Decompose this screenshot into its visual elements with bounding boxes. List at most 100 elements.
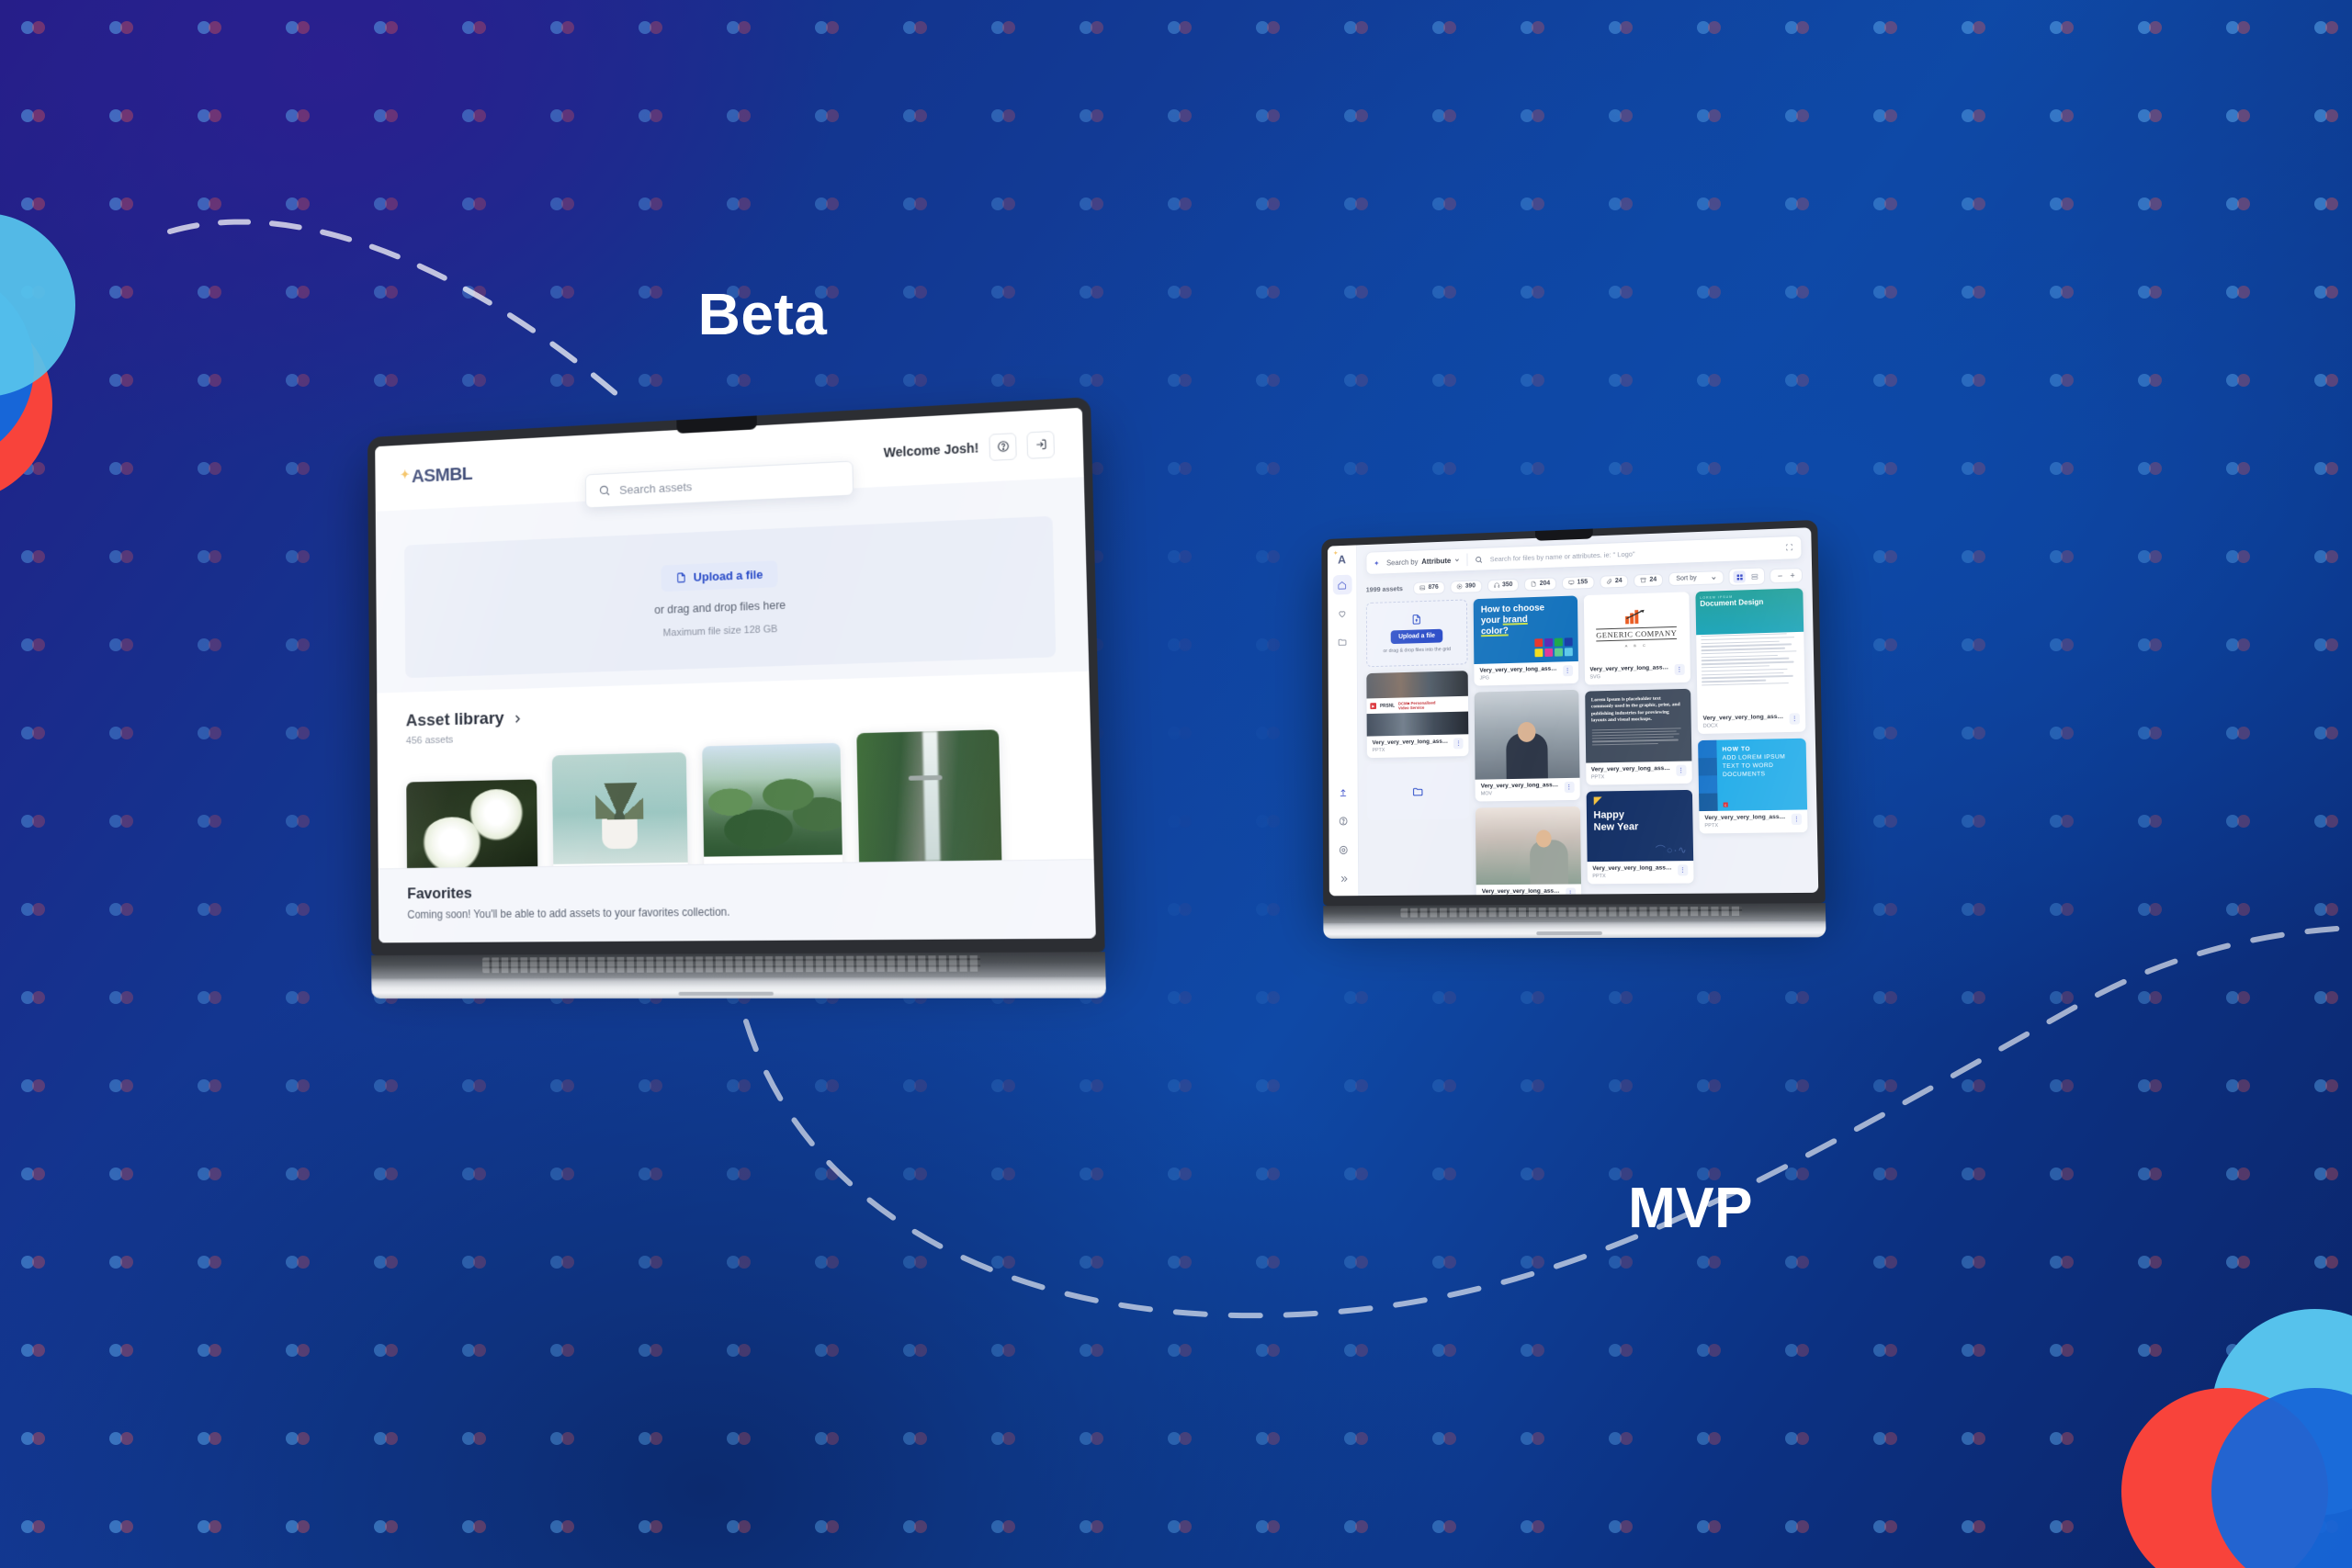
grid-icon <box>1736 573 1743 581</box>
view-toggle-group <box>1728 567 1766 586</box>
grid-dropzone[interactable]: Upload a file or drag & drop files into … <box>1365 599 1468 668</box>
asset-thumbnail: GENERIC COMPANY A B C <box>1583 592 1690 663</box>
filter-chip-presentations[interactable]: 155 <box>1561 575 1595 590</box>
scan-icon[interactable] <box>1785 539 1794 556</box>
asset-thumbnail: HOW TO ADD LOREM IPSUM TEXT TO WORD DOCU… <box>1697 738 1808 812</box>
asset-card[interactable]: massive-waterfall-with-bridge.jpg <box>856 729 1003 869</box>
doodle-decoration: ⌒○·∿ <box>1655 844 1688 857</box>
asset-grid: WhiteFlowers.png Download Des <box>406 729 1063 869</box>
asset-thumbnail: How to choose your brand color? <box>1473 595 1578 665</box>
asset-thumbnail <box>702 742 842 857</box>
paperclip-icon <box>1606 578 1612 584</box>
grid-view-button[interactable] <box>1733 570 1747 583</box>
zoom-out-button[interactable]: − <box>1778 570 1783 580</box>
asset-card[interactable]: How to choose your brand color? Very_very_… <box>1473 595 1578 686</box>
asset-card[interactable]: Tropical-jungle-Costa-Rica.png Download <box>702 742 843 869</box>
decorative-circles-bottom-right <box>2100 1309 2352 1568</box>
asset-menu-button[interactable]: ⋮ <box>1676 764 1687 776</box>
search-placeholder: Search assets <box>619 479 693 497</box>
asset-filetype: PPTX <box>1590 774 1605 781</box>
list-view-button[interactable] <box>1748 570 1760 583</box>
sidebar-item-account[interactable] <box>1334 840 1353 860</box>
filter-chip-attachments[interactable]: 24 <box>1599 574 1629 589</box>
zoom-controls: − + <box>1770 567 1804 583</box>
asset-card-meta: Very_very_very_long_asset_n... PPTX ⋮ <box>1586 761 1692 784</box>
asset-menu-button[interactable]: ⋮ <box>1453 738 1464 750</box>
asset-card[interactable]: WhiteFlowers.png Download <box>406 779 539 869</box>
asset-thumbnail: ▶ PRSNL DCM■ Personalised Video Service <box>1366 671 1469 737</box>
search-input[interactable]: Search assets <box>584 460 854 509</box>
asset-filetype: PPTX <box>1592 874 1606 880</box>
asset-library-section: Asset library 456 assets WhiteFlowers.pn… <box>377 671 1094 869</box>
asset-thumbnail: Happy New Year ⌒○·∿ <box>1586 789 1693 863</box>
asset-card[interactable]: ▶ PRSNL DCM■ Personalised Video Service V… <box>1366 671 1469 759</box>
sign-in-icon[interactable] <box>1026 430 1056 459</box>
upload-file-button[interactable]: Upload a file <box>1390 628 1443 645</box>
asset-card-meta: Very_very_very_long_asset_n... PPTX ⋮ <box>1367 734 1469 758</box>
mvp-main: ✦ Search by Attribute Search for files b… <box>1357 527 1818 897</box>
asmbl-logo[interactable]: ✦ ASMBL <box>401 463 472 488</box>
asset-card[interactable]: GENERIC COMPANY A B C Very_very_very_lon… <box>1583 592 1690 685</box>
asset-card[interactable]: Very_very_very_long_asset_n... MOV ⋮ <box>1476 806 1581 897</box>
asset-card[interactable]: Happy New Year ⌒○·∿ Very_very_very_long_… <box>1586 789 1694 885</box>
beta-user-area: Welcome Josh! <box>883 430 1056 466</box>
sort-by-dropdown[interactable]: Sort by <box>1668 570 1725 587</box>
sidebar-item-expand[interactable] <box>1334 869 1353 889</box>
sidebar-item-help[interactable] <box>1334 810 1353 830</box>
zoom-in-button[interactable]: + <box>1790 570 1795 580</box>
asset-card[interactable]: LOREM IPSUM Document Design Very_very_ve… <box>1695 588 1806 735</box>
image-icon <box>1419 584 1426 591</box>
asset-menu-button[interactable]: ⋮ <box>1565 887 1576 897</box>
asset-card[interactable]: Lorem Ipsum is placeholder text commonly… <box>1584 688 1692 785</box>
filter-chip-audio[interactable]: 350 <box>1487 578 1520 592</box>
dropzone-hint: or drag & drop files into the grid <box>1383 647 1452 655</box>
upload-dropzone[interactable]: Upload a file or drag and drop files her… <box>404 515 1057 679</box>
asset-filetype: JPG <box>1479 675 1489 682</box>
asset-menu-button[interactable]: ⋮ <box>1562 665 1573 677</box>
sidebar-item-folders[interactable] <box>1333 632 1352 652</box>
sidebar-item-home[interactable] <box>1332 574 1352 595</box>
asset-card[interactable]: Desk-with-plant.jpeg Download <box>551 751 689 869</box>
favorites-title: Favorites <box>407 884 472 903</box>
asset-filename: Very_very_very_long_asset_n... <box>1479 665 1559 674</box>
asset-thumbnail <box>1474 689 1579 780</box>
sidebar-item-favorites[interactable] <box>1332 604 1351 624</box>
asset-menu-button[interactable]: ⋮ <box>1677 864 1689 876</box>
asset-card[interactable]: HOW TO ADD LOREM IPSUM TEXT TO WORD DOCU… <box>1697 738 1808 834</box>
filter-chip-videos[interactable]: 390 <box>1450 579 1482 593</box>
dot-pattern <box>0 0 2352 1568</box>
asset-card-meta: Very_very_very_long_asset_n... SVG ⋮ <box>1584 660 1690 685</box>
list-icon <box>1751 572 1758 580</box>
brand-mark: c <box>1723 802 1728 807</box>
folder-icon <box>1338 637 1347 647</box>
laptop-base-mvp <box>1323 920 1826 939</box>
asset-thumbnail <box>1476 806 1581 886</box>
asset-filename: Very_very_very_long_asset_n... <box>1481 887 1562 896</box>
asset-menu-button[interactable]: ⋮ <box>1564 781 1575 794</box>
help-circle-icon[interactable] <box>989 432 1017 461</box>
search-input[interactable]: Search for files by name or attributes. … <box>1490 549 1635 563</box>
filter-chip-archives[interactable]: 24 <box>1634 572 1664 587</box>
asset-menu-button[interactable]: ⋮ <box>1674 663 1685 676</box>
asset-menu-button[interactable]: ⋮ <box>1789 713 1801 725</box>
upload-file-button[interactable]: Upload a file <box>661 559 778 592</box>
asset-thumbnail <box>551 751 688 864</box>
laptop-keyboard-mvp <box>1323 903 1826 923</box>
filter-chip-images[interactable]: 876 <box>1413 581 1445 595</box>
app-logo[interactable]: A <box>1338 553 1346 567</box>
chevron-down-icon <box>1712 575 1717 581</box>
asset-filename: Very_very_very_long_asset_n... <box>1702 713 1786 722</box>
filter-chip-documents[interactable]: 204 <box>1523 576 1557 591</box>
asset-thumbnail: Lorem Ipsum is placeholder text commonly… <box>1584 688 1692 763</box>
archive-icon <box>1640 577 1646 583</box>
sidebar-item-upload[interactable] <box>1333 782 1352 802</box>
video-play-icon <box>1456 583 1463 590</box>
asset-card-meta: Very_very_very_long_asset_n... PPTX ⋮ <box>1587 861 1693 884</box>
divider <box>1466 553 1468 567</box>
search-by-selector[interactable]: Search by Attribute <box>1386 556 1460 567</box>
asset-menu-button[interactable]: ⋮ <box>1791 813 1803 826</box>
asset-card[interactable]: Very_very_very_long_asset_n... MOV ⋮ <box>1474 689 1580 802</box>
empty-grid-tile[interactable] <box>1366 761 1470 821</box>
chevron-down-icon <box>1454 558 1460 563</box>
